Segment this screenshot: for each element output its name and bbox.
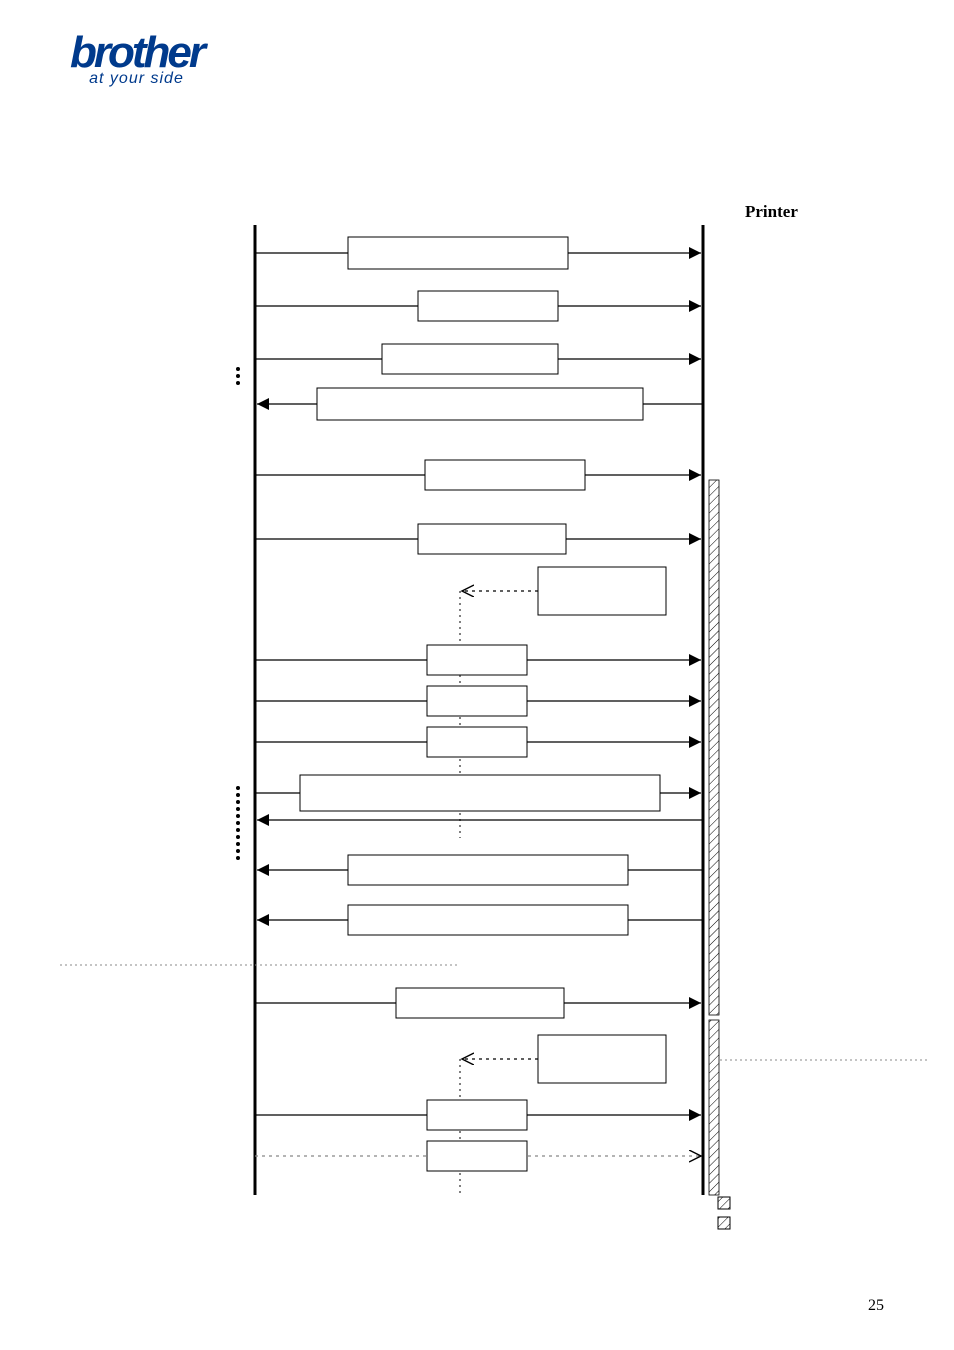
msg-box-b16 [427, 1100, 527, 1130]
legend-swatch-1 [718, 1197, 730, 1209]
msg-box-b1 [348, 237, 568, 269]
msg-box-b5 [425, 460, 585, 490]
msg-box-b15 [538, 1035, 666, 1083]
sequence-diagram [0, 0, 954, 1350]
msg-box-b2 [418, 291, 558, 321]
msg-box-b17 [427, 1141, 527, 1171]
msg-box-b3 [382, 344, 558, 374]
msg-box-b7 [538, 567, 666, 615]
msg-box-b8 [427, 645, 527, 675]
msg-box-b13 [348, 905, 628, 935]
msg-box-b10 [427, 727, 527, 757]
legend-swatches [716, 1195, 736, 1235]
page: brother at your side Printer 25 [0, 0, 954, 1350]
msg-box-b9 [427, 686, 527, 716]
page-number: 25 [868, 1297, 884, 1315]
msg-box-b14 [396, 988, 564, 1018]
legend-swatch-2 [718, 1217, 730, 1229]
msg-box-b6 [418, 524, 566, 554]
msg-box-b4 [317, 388, 643, 420]
msg-box-b12 [348, 855, 628, 885]
msg-box-b11 [300, 775, 660, 811]
